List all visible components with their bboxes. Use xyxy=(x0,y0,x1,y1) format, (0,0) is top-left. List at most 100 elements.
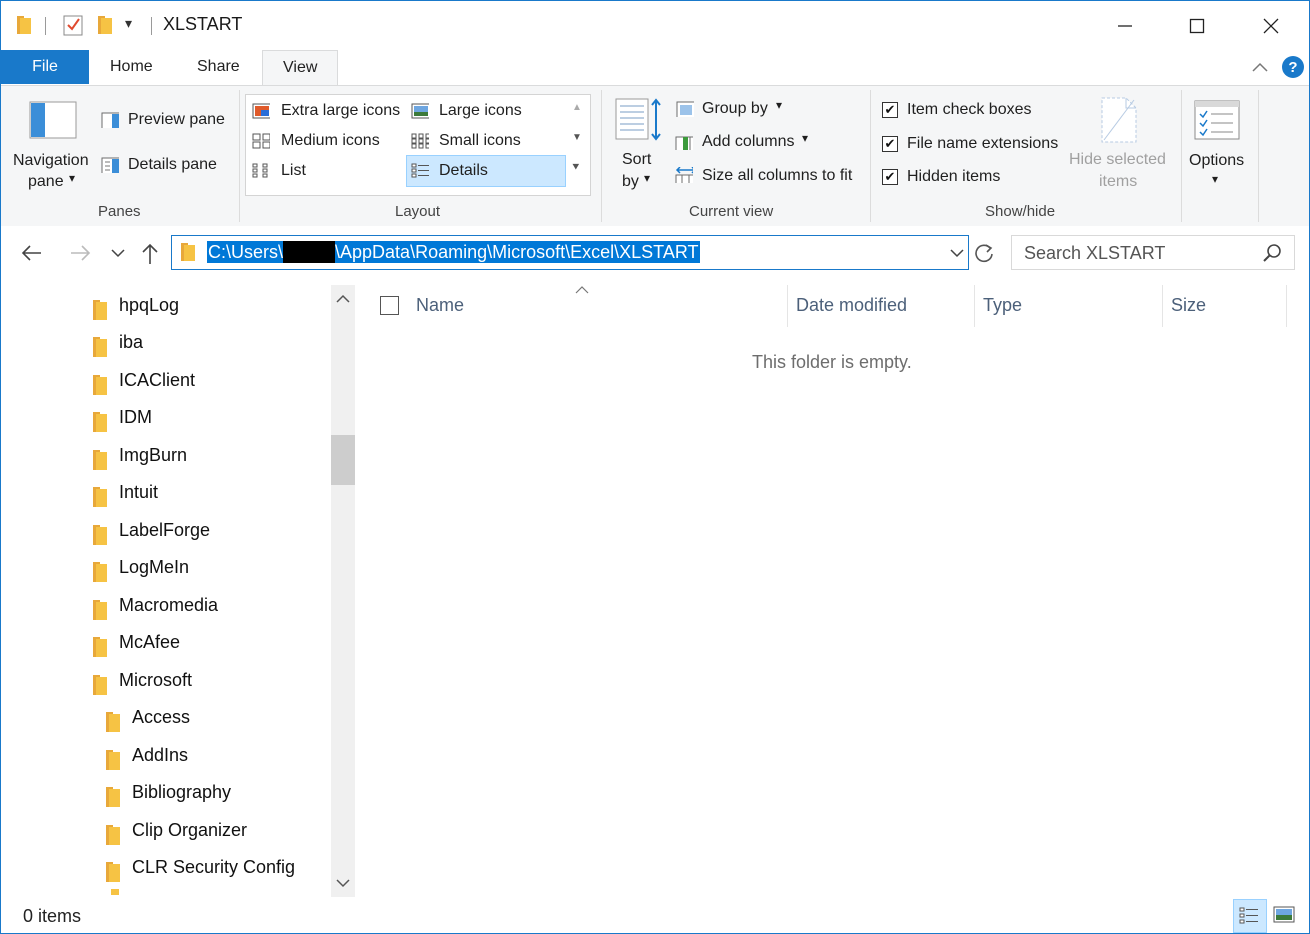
tree-item[interactable]: ImgBurn xyxy=(93,437,187,473)
sort-by-icon xyxy=(615,98,661,141)
minimize-icon xyxy=(1118,25,1132,27)
gallery-more-icon[interactable]: ⯆ xyxy=(571,160,581,175)
select-all-checkbox[interactable] xyxy=(380,296,399,315)
tree-item[interactable]: Clip Organizer xyxy=(106,812,247,848)
medium-icons-icon xyxy=(252,133,270,149)
gallery-scroll-up-icon[interactable]: ▲ xyxy=(572,102,582,113)
list-label: List xyxy=(281,162,306,179)
divider xyxy=(1258,90,1259,222)
details-pane-icon xyxy=(101,157,119,173)
details-pane-label: Details pane xyxy=(128,156,217,173)
column-header-name[interactable]: Name xyxy=(416,295,464,316)
tree-item-label: iba xyxy=(119,332,144,352)
tab-home[interactable]: Home xyxy=(90,50,173,84)
explorer-window: ▾ XLSTART File Home Share View ? Navigat… xyxy=(0,0,1310,934)
tree-item[interactable]: Microsoft xyxy=(93,662,192,698)
medium-icons-label: Medium icons xyxy=(281,132,380,149)
hide-selected-items-icon xyxy=(1101,97,1137,143)
search-icon[interactable] xyxy=(1262,243,1282,263)
tree-item[interactable]: McAfee xyxy=(93,624,180,660)
layout-details[interactable]: Details xyxy=(406,155,566,187)
divider[interactable] xyxy=(1162,285,1163,327)
scroll-up-icon[interactable] xyxy=(331,287,355,311)
folder-icon xyxy=(106,858,120,883)
layout-group-label: Layout xyxy=(395,203,441,220)
tree-item[interactable]: Intuit xyxy=(93,474,158,510)
tree-item[interactable]: CLR Security Config xyxy=(106,849,295,885)
tab-share[interactable]: Share xyxy=(177,50,260,84)
sort-by-label-2: by xyxy=(622,173,639,190)
folder-icon xyxy=(106,708,120,733)
chevron-down-icon: ▾ xyxy=(802,131,809,145)
tab-view[interactable]: View xyxy=(262,50,339,86)
folder-icon xyxy=(17,16,31,34)
tree-scrollbar[interactable] xyxy=(331,285,355,897)
tree-item-label: AddIns xyxy=(132,745,189,765)
customize-quick-access-icon[interactable]: ▾ xyxy=(125,15,132,32)
window-title: XLSTART xyxy=(163,14,243,34)
tree-item[interactable]: IDM xyxy=(93,399,152,435)
folder-icon xyxy=(111,889,119,895)
item-check-boxes-label: Item check boxes xyxy=(907,101,1032,118)
tree-item[interactable]: LabelForge xyxy=(93,512,210,548)
address-bar[interactable]: C:\Users\ \AppData\Roaming\Microsoft\Exce… xyxy=(171,235,969,270)
divider[interactable] xyxy=(787,285,788,327)
refresh-icon[interactable] xyxy=(973,242,995,264)
forward-icon[interactable] xyxy=(69,244,91,262)
maximize-button[interactable] xyxy=(1179,9,1215,43)
address-dropdown-icon[interactable] xyxy=(950,248,964,258)
tree-item[interactable]: iba xyxy=(93,324,143,360)
properties-icon[interactable] xyxy=(63,13,85,37)
minimize-button[interactable] xyxy=(1107,9,1143,43)
tree-item[interactable]: Macromedia xyxy=(93,587,218,623)
empty-folder-message: This folder is empty. xyxy=(752,352,912,372)
tree-item[interactable]: LogMeIn xyxy=(93,549,189,585)
column-header-type[interactable]: Type xyxy=(983,295,1022,316)
divider[interactable] xyxy=(974,285,975,327)
folder-icon xyxy=(106,746,120,771)
search-box[interactable]: Search XLSTART xyxy=(1011,235,1295,270)
tree-item[interactable]: Access xyxy=(106,699,190,735)
large-icons-view-icon xyxy=(1273,906,1295,923)
tree-item-label: Intuit xyxy=(119,482,159,502)
scroll-down-icon[interactable] xyxy=(331,871,355,895)
up-icon[interactable] xyxy=(141,243,159,265)
folder-icon xyxy=(106,821,120,846)
group-by-icon xyxy=(676,101,694,117)
chevron-down-icon: ▾ xyxy=(644,171,651,185)
column-header-date-modified[interactable]: Date modified xyxy=(796,295,907,316)
tree-item[interactable]: hpqLog xyxy=(93,287,179,323)
column-header-size[interactable]: Size xyxy=(1171,295,1206,316)
tree-item[interactable]: ICAClient xyxy=(93,362,195,398)
tree-item-label: Microsoft xyxy=(119,670,193,690)
tree-item[interactable]: Bibliography xyxy=(106,774,231,810)
large-icons-view-button[interactable] xyxy=(1269,899,1301,931)
help-icon[interactable]: ? xyxy=(1281,55,1305,79)
details-view-button[interactable] xyxy=(1233,899,1267,933)
chevron-up-icon[interactable] xyxy=(1251,60,1269,74)
item-check-boxes-checkbox[interactable]: ✔ xyxy=(882,102,898,118)
divider[interactable] xyxy=(1286,285,1287,327)
close-button[interactable] xyxy=(1253,9,1289,43)
tree-item-label: IDM xyxy=(119,407,152,427)
folder-icon xyxy=(93,333,107,358)
ribbon-tabs: File Home Share View ? xyxy=(1,50,1309,86)
tab-file[interactable]: File xyxy=(1,50,89,84)
divider xyxy=(870,90,871,222)
back-icon[interactable] xyxy=(21,244,43,262)
recent-locations-icon[interactable] xyxy=(111,248,125,258)
address-path[interactable]: C:\Users\ \AppData\Roaming\Microsoft\Exce… xyxy=(207,241,700,263)
scroll-thumb[interactable] xyxy=(331,435,355,485)
folder-icon xyxy=(93,521,107,546)
preview-pane-icon xyxy=(101,112,119,128)
redacted-username xyxy=(283,241,336,263)
tree-item[interactable]: AddIns xyxy=(106,737,188,773)
add-columns-label: Add columns xyxy=(702,133,795,150)
gallery-scroll-down-icon[interactable]: ▼ xyxy=(572,132,582,143)
options-label: Options xyxy=(1189,152,1245,169)
hide-selected-items-label: Hide selected xyxy=(1069,151,1166,168)
status-bar: 0 items xyxy=(1,897,1309,933)
new-folder-icon[interactable] xyxy=(96,14,114,36)
hidden-items-checkbox[interactable]: ✔ xyxy=(882,169,898,185)
file-name-extensions-checkbox[interactable]: ✔ xyxy=(882,136,898,152)
